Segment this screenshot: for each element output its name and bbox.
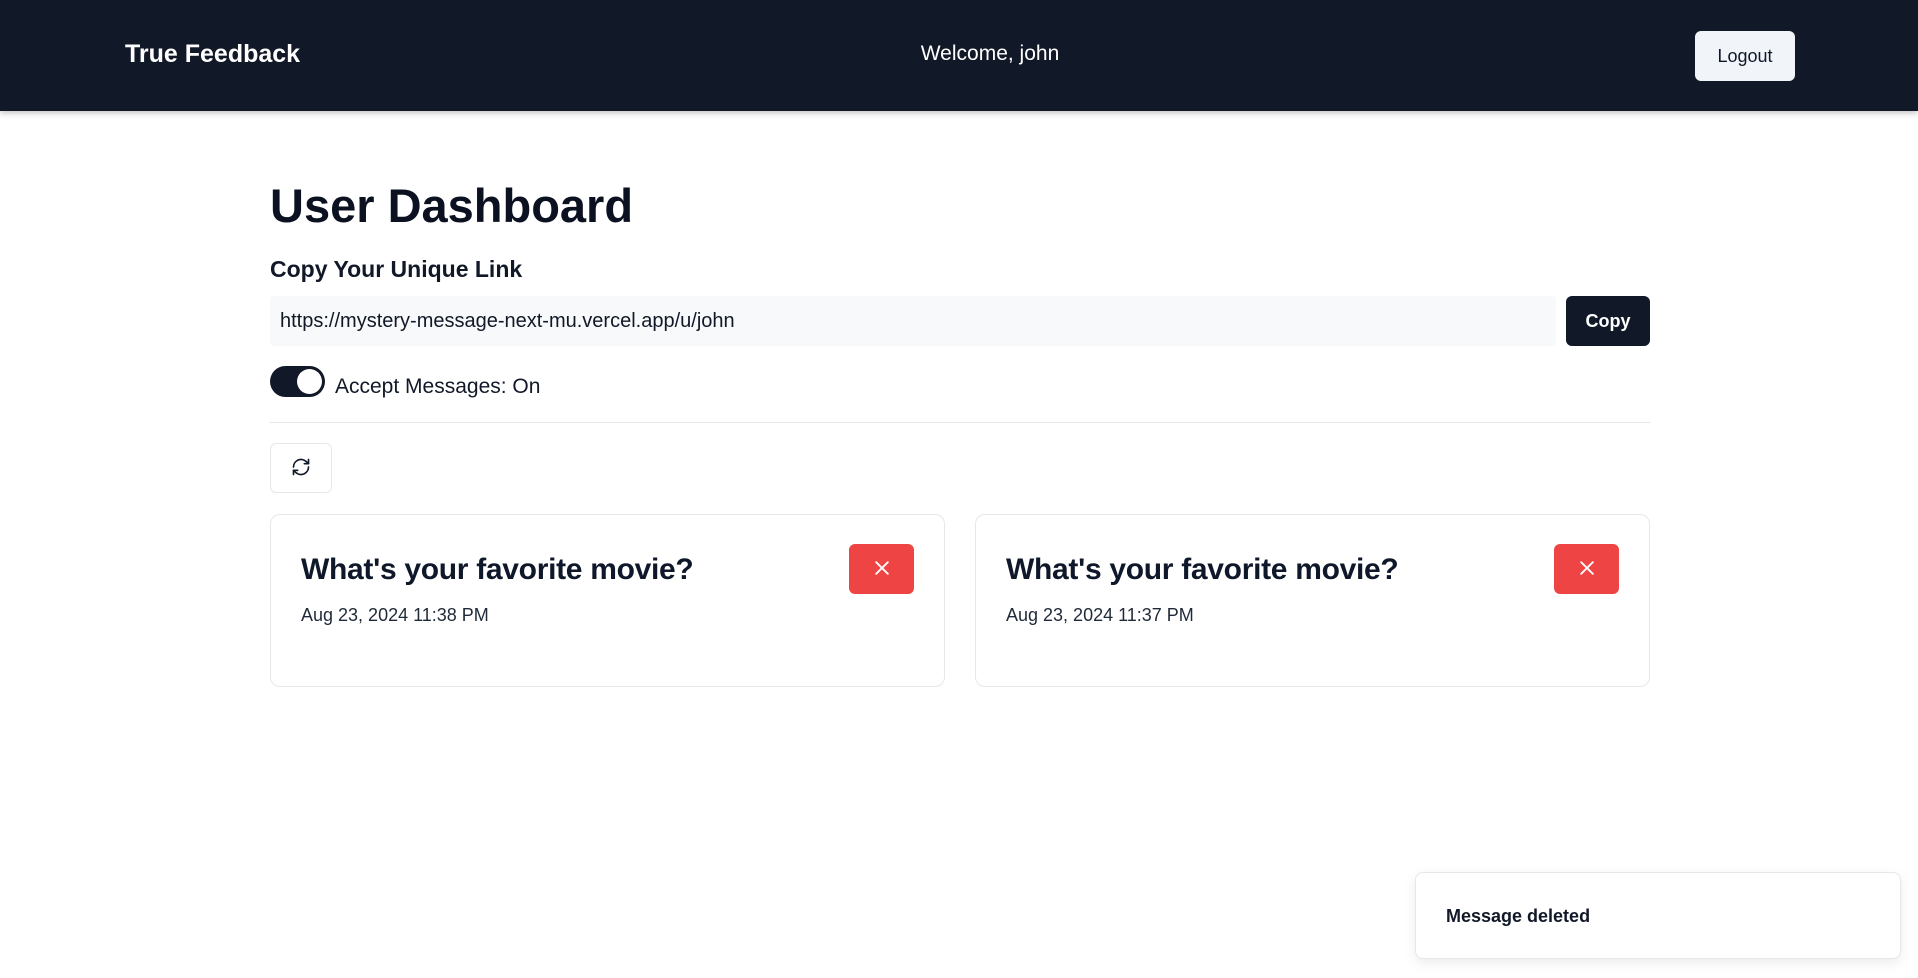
refresh-button[interactable] bbox=[270, 443, 332, 493]
delete-message-button[interactable] bbox=[1554, 544, 1619, 594]
message-content: What's your favorite movie? bbox=[301, 553, 694, 586]
navbar: True Feedback Welcome, john Logout bbox=[0, 0, 1918, 111]
copy-button[interactable]: Copy bbox=[1566, 296, 1650, 346]
page-title: User Dashboard bbox=[270, 179, 634, 232]
divider bbox=[270, 422, 1650, 423]
message-card: What's your favorite movie? Aug 23, 2024… bbox=[270, 514, 945, 687]
welcome-text: Welcome, john bbox=[920, 42, 1060, 65]
message-date: Aug 23, 2024 11:37 PM bbox=[1006, 605, 1194, 625]
message-content: What's your favorite movie? bbox=[1006, 553, 1399, 586]
switch-knob bbox=[297, 369, 322, 394]
close-icon bbox=[1577, 558, 1597, 581]
accept-messages-label: Accept Messages: On bbox=[335, 375, 541, 398]
unique-link-input[interactable] bbox=[270, 296, 1556, 346]
delete-message-button[interactable] bbox=[849, 544, 914, 594]
toast-notification: Message deleted bbox=[1415, 872, 1901, 959]
toast-message: Message deleted bbox=[1446, 906, 1591, 926]
refresh-icon bbox=[291, 457, 311, 480]
unique-link-heading: Copy Your Unique Link bbox=[270, 256, 523, 282]
message-date: Aug 23, 2024 11:38 PM bbox=[301, 605, 489, 625]
close-icon bbox=[872, 558, 892, 581]
accept-messages-switch[interactable] bbox=[270, 366, 325, 397]
logout-button[interactable]: Logout bbox=[1695, 31, 1795, 81]
message-card: What's your favorite movie? Aug 23, 2024… bbox=[975, 514, 1650, 687]
